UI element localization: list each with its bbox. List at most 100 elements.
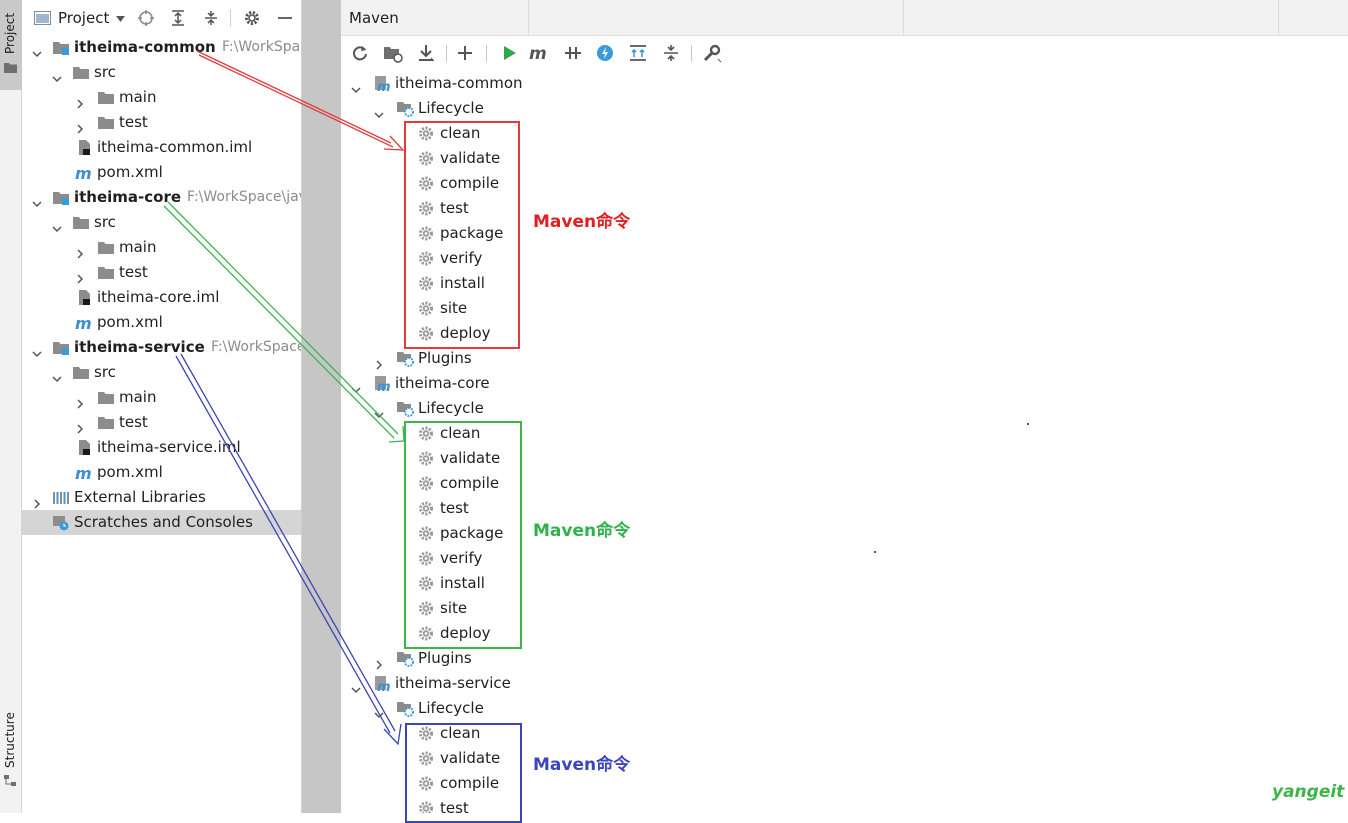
tree-item-label: itheima-common xyxy=(74,38,216,56)
chevron-right-icon[interactable] xyxy=(75,117,85,134)
locate-icon[interactable] xyxy=(137,9,155,27)
lifecycle-phase-verify[interactable]: verify xyxy=(417,246,1341,271)
lifecycle-phase-install[interactable]: install xyxy=(417,271,1341,296)
plugins-node[interactable]: Plugins xyxy=(374,346,1341,371)
module-folder-icon xyxy=(52,339,70,356)
tree-row[interactable]: itheima-service.iml xyxy=(22,435,301,460)
maven-project-node[interactable]: m itheima-common xyxy=(351,71,1341,96)
chevron-right-icon[interactable] xyxy=(75,92,85,109)
add-icon[interactable] xyxy=(455,43,475,63)
tree-row[interactable]: itheima-core.iml xyxy=(22,285,301,310)
show-dependencies-icon[interactable] xyxy=(628,43,648,63)
tree-row[interactable]: test xyxy=(22,410,301,435)
lifecycle-phase-validate[interactable]: validate xyxy=(417,446,1341,471)
chevron-right-icon[interactable] xyxy=(374,653,384,670)
chevron-down-icon[interactable] xyxy=(374,403,384,419)
lifecycle-phase-validate[interactable]: validate xyxy=(417,146,1341,171)
wrench-icon[interactable] xyxy=(702,43,722,63)
tree-item-label: src xyxy=(94,213,116,231)
collapse-all-icon[interactable] xyxy=(661,43,681,63)
chevron-down-icon[interactable] xyxy=(52,367,62,383)
gear-icon[interactable] xyxy=(243,9,261,27)
tree-item-label: main xyxy=(119,88,157,106)
lifecycle-node[interactable]: Lifecycle xyxy=(374,96,1341,121)
chevron-right-icon[interactable] xyxy=(32,492,42,509)
chevron-down-icon[interactable] xyxy=(32,42,42,58)
project-tool-tab[interactable]: Project xyxy=(0,0,22,90)
tree-item-label: itheima-service xyxy=(74,338,205,356)
chevron-right-icon[interactable] xyxy=(75,417,85,434)
chevron-down-icon[interactable] xyxy=(52,217,62,233)
expand-all-icon[interactable] xyxy=(169,9,187,27)
generate-sources-icon[interactable] xyxy=(383,43,403,63)
tree-row[interactable]: main xyxy=(22,385,301,410)
iml-file-icon xyxy=(75,139,93,156)
chevron-down-icon[interactable] xyxy=(351,78,361,94)
tree-row[interactable]: main xyxy=(22,235,301,260)
collapse-all-icon[interactable] xyxy=(202,9,220,27)
folder-icon xyxy=(72,364,90,381)
svg-text:m: m xyxy=(529,44,547,63)
lifecycle-node[interactable]: Lifecycle xyxy=(374,696,1341,721)
lifecycle-phase-site[interactable]: site xyxy=(417,296,1341,321)
minimize-icon[interactable] xyxy=(276,9,294,27)
chevron-right-icon[interactable] xyxy=(75,392,85,409)
tree-row[interactable]: test xyxy=(22,110,301,135)
lifecycle-phase-clean[interactable]: clean xyxy=(417,421,1341,446)
execute-maven-goal-icon[interactable]: m xyxy=(529,43,549,63)
tool-window-strip: Project Structure xyxy=(0,0,22,813)
lifecycle-phase-deploy[interactable]: deploy xyxy=(417,321,1341,346)
reload-icon[interactable] xyxy=(350,43,370,63)
chevron-down-icon[interactable] xyxy=(351,378,361,394)
plugins-node[interactable]: Plugins xyxy=(374,646,1341,671)
tree-item-label: main xyxy=(119,238,157,256)
lifecycle-phase-clean[interactable]: clean xyxy=(417,721,1341,746)
lifecycle-node[interactable]: Lifecycle xyxy=(374,396,1341,421)
tree-row[interactable]: itheima-common F:\WorkSpace xyxy=(22,35,301,60)
tree-row[interactable]: src xyxy=(22,360,301,385)
panel-gutter xyxy=(302,0,341,813)
tree-row[interactable]: Scratches and Consoles xyxy=(22,510,301,535)
tree-item-label: pom.xml xyxy=(97,313,163,331)
maven-project-node[interactable]: m itheima-core xyxy=(351,371,1341,396)
tree-row[interactable]: itheima-service F:\WorkSpace xyxy=(22,335,301,360)
tree-row[interactable]: src xyxy=(22,210,301,235)
lifecycle-phase-compile[interactable]: compile xyxy=(417,171,1341,196)
tree-row[interactable]: External Libraries xyxy=(22,485,301,510)
tree-row[interactable]: itheima-core F:\WorkSpace\jav xyxy=(22,185,301,210)
chevron-down-icon[interactable] xyxy=(32,192,42,208)
chevron-right-icon[interactable] xyxy=(374,353,384,370)
lifecycle-phase-compile[interactable]: compile xyxy=(417,471,1341,496)
tree-item-label: pom.xml xyxy=(97,463,163,481)
lifecycle-phase-verify[interactable]: verify xyxy=(417,546,1341,571)
chevron-down-icon[interactable] xyxy=(351,678,361,694)
tree-item-label: src xyxy=(94,363,116,381)
structure-tool-tab[interactable]: Structure xyxy=(0,700,22,795)
chevron-down-icon[interactable] xyxy=(374,703,384,719)
chevron-down-icon[interactable] xyxy=(32,342,42,358)
chevron-right-icon[interactable] xyxy=(75,242,85,259)
chevron-right-icon[interactable] xyxy=(75,267,85,284)
run-icon[interactable] xyxy=(499,43,519,63)
tree-item-label: itheima-service xyxy=(395,674,511,692)
tree-row[interactable]: test xyxy=(22,260,301,285)
maven-project-node[interactable]: m itheima-service xyxy=(351,671,1341,696)
lifecycle-phase-install[interactable]: install xyxy=(417,571,1341,596)
lifecycle-phase-site[interactable]: site xyxy=(417,596,1341,621)
tree-row[interactable]: main xyxy=(22,85,301,110)
tree-row[interactable]: m pom.xml xyxy=(22,310,301,335)
tree-row[interactable]: itheima-common.iml xyxy=(22,135,301,160)
project-view-dropdown[interactable]: Project xyxy=(58,9,126,27)
tree-row[interactable]: m pom.xml xyxy=(22,460,301,485)
tree-row[interactable]: src xyxy=(22,60,301,85)
tree-row[interactable]: m pom.xml xyxy=(22,160,301,185)
chevron-down-icon[interactable] xyxy=(52,67,62,83)
skip-tests-icon[interactable] xyxy=(595,43,615,63)
download-icon[interactable] xyxy=(416,43,436,63)
lifecycle-phase-test[interactable]: test xyxy=(417,796,1341,813)
lifecycle-phase-deploy[interactable]: deploy xyxy=(417,621,1341,646)
toggle-offline-icon[interactable] xyxy=(563,43,583,63)
chevron-down-icon[interactable] xyxy=(374,103,384,119)
lifecycle-phase-clean[interactable]: clean xyxy=(417,121,1341,146)
tree-item-label: Plugins xyxy=(418,649,472,667)
